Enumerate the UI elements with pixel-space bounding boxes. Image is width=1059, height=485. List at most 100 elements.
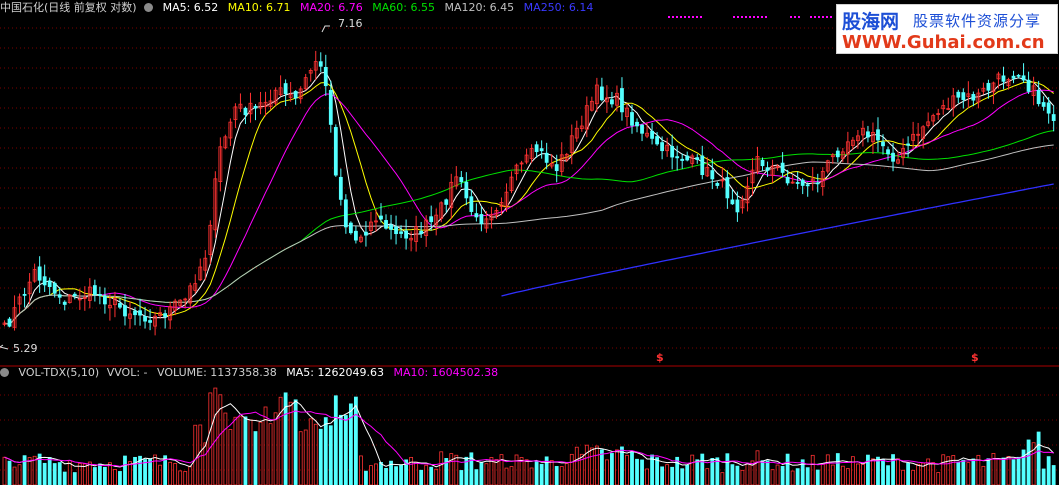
ma10-label: MA10: 6.71	[227, 1, 291, 14]
settings-dot-icon[interactable]	[144, 3, 154, 12]
watermark-slogan: 股票软件资源分享	[913, 12, 1042, 30]
settings-dot-icon[interactable]	[0, 368, 9, 377]
candle-body	[138, 310, 142, 316]
event-marker[interactable]: $	[656, 351, 664, 364]
candle-body	[283, 83, 288, 95]
candle-body	[640, 124, 644, 134]
volume-bar	[52, 463, 57, 485]
volume-bar	[1041, 468, 1046, 485]
candle-body	[444, 199, 449, 205]
volume-bar	[981, 465, 986, 485]
dot-marker	[765, 16, 767, 18]
volume-bar	[745, 463, 750, 485]
dot-marker	[749, 16, 751, 18]
candle-body	[394, 226, 398, 235]
volume-bar	[830, 464, 835, 485]
dot-marker	[822, 16, 824, 18]
dot-marker	[737, 16, 739, 18]
dot-marker	[688, 16, 690, 18]
dot-marker	[757, 16, 759, 18]
ma120-label: MA120: 6.45	[444, 1, 515, 14]
volume-bar	[740, 469, 745, 485]
volume-bar	[17, 464, 22, 485]
candle-body	[1041, 102, 1046, 107]
volume-bar	[434, 468, 439, 485]
candle-body	[1026, 79, 1031, 92]
volume-bar	[168, 461, 173, 485]
volume-bar	[1001, 457, 1006, 485]
volume-bar	[840, 465, 845, 485]
candle-body	[971, 94, 976, 101]
candle-body	[961, 92, 966, 100]
volume-bar	[605, 459, 609, 485]
volume-bar	[233, 416, 238, 485]
volume-bar	[539, 463, 544, 485]
candle-body	[52, 282, 57, 294]
volume-bar	[966, 462, 971, 485]
candle-body	[72, 293, 77, 296]
candle-body	[876, 129, 880, 141]
volume-bar	[399, 464, 403, 485]
volume-bar	[118, 471, 122, 485]
ma-lines	[4, 71, 1055, 326]
volume-bar	[735, 465, 740, 485]
volume-bar	[665, 464, 670, 485]
volume-bar	[173, 463, 178, 485]
volume-bar	[133, 456, 137, 485]
candle-body	[650, 130, 654, 139]
candle-body	[318, 61, 323, 67]
ma60-label: MA60: 6.55	[372, 1, 435, 14]
candle-body	[986, 82, 991, 91]
volume-bar	[790, 470, 795, 485]
volume-bar	[494, 459, 499, 485]
candle-body	[103, 295, 107, 305]
volume-bar	[584, 444, 589, 485]
event-marker[interactable]: $	[971, 351, 979, 364]
volume-bar	[479, 461, 484, 485]
volume-bar	[835, 453, 840, 485]
volume-bar	[850, 456, 855, 485]
volume-bar	[248, 419, 253, 485]
volume-bar	[333, 395, 338, 485]
ma5-line	[4, 71, 1055, 326]
volume-bar	[861, 463, 865, 485]
candle-body	[62, 301, 67, 305]
candle-body	[474, 213, 479, 218]
volume-bar	[374, 463, 378, 485]
high-pointer	[321, 25, 330, 33]
candle-body	[725, 177, 730, 199]
candle-body	[785, 176, 790, 184]
volume-bar	[193, 424, 198, 485]
volume-bar	[1011, 459, 1016, 485]
volume-bar	[845, 468, 850, 485]
candle-body	[620, 88, 624, 113]
volume-bar	[660, 466, 665, 485]
volume-bar	[815, 469, 820, 485]
volume-bar	[379, 462, 383, 485]
volume-indicator-name: VOL-TDX(5,10)	[18, 366, 100, 379]
volume-bar	[62, 471, 67, 485]
volume-bar	[574, 446, 579, 485]
candle-body	[715, 183, 720, 186]
volume-bar	[700, 453, 705, 485]
volume-bar	[770, 469, 775, 485]
volume-bar	[509, 466, 514, 485]
candle-body	[459, 177, 464, 183]
volume-bar	[484, 463, 489, 485]
volume-bar	[986, 458, 991, 485]
volume-bar	[820, 463, 825, 485]
volume-ma5-line	[4, 400, 1055, 468]
volume-bar	[901, 469, 905, 485]
candle-body	[1036, 89, 1041, 105]
stock-chart[interactable]: 7.16 5.29 $ $	[0, 0, 1059, 485]
volume-bar	[795, 468, 800, 485]
volume-bar	[414, 461, 419, 485]
dot-marker	[753, 16, 755, 18]
volume-bar	[615, 449, 619, 485]
candle-body	[675, 156, 680, 159]
volume-bar	[92, 467, 97, 485]
candle-body	[760, 159, 765, 167]
volume-bar	[208, 392, 213, 485]
dot-marker	[826, 16, 828, 18]
vvol-label: VVOL: -	[106, 366, 148, 379]
